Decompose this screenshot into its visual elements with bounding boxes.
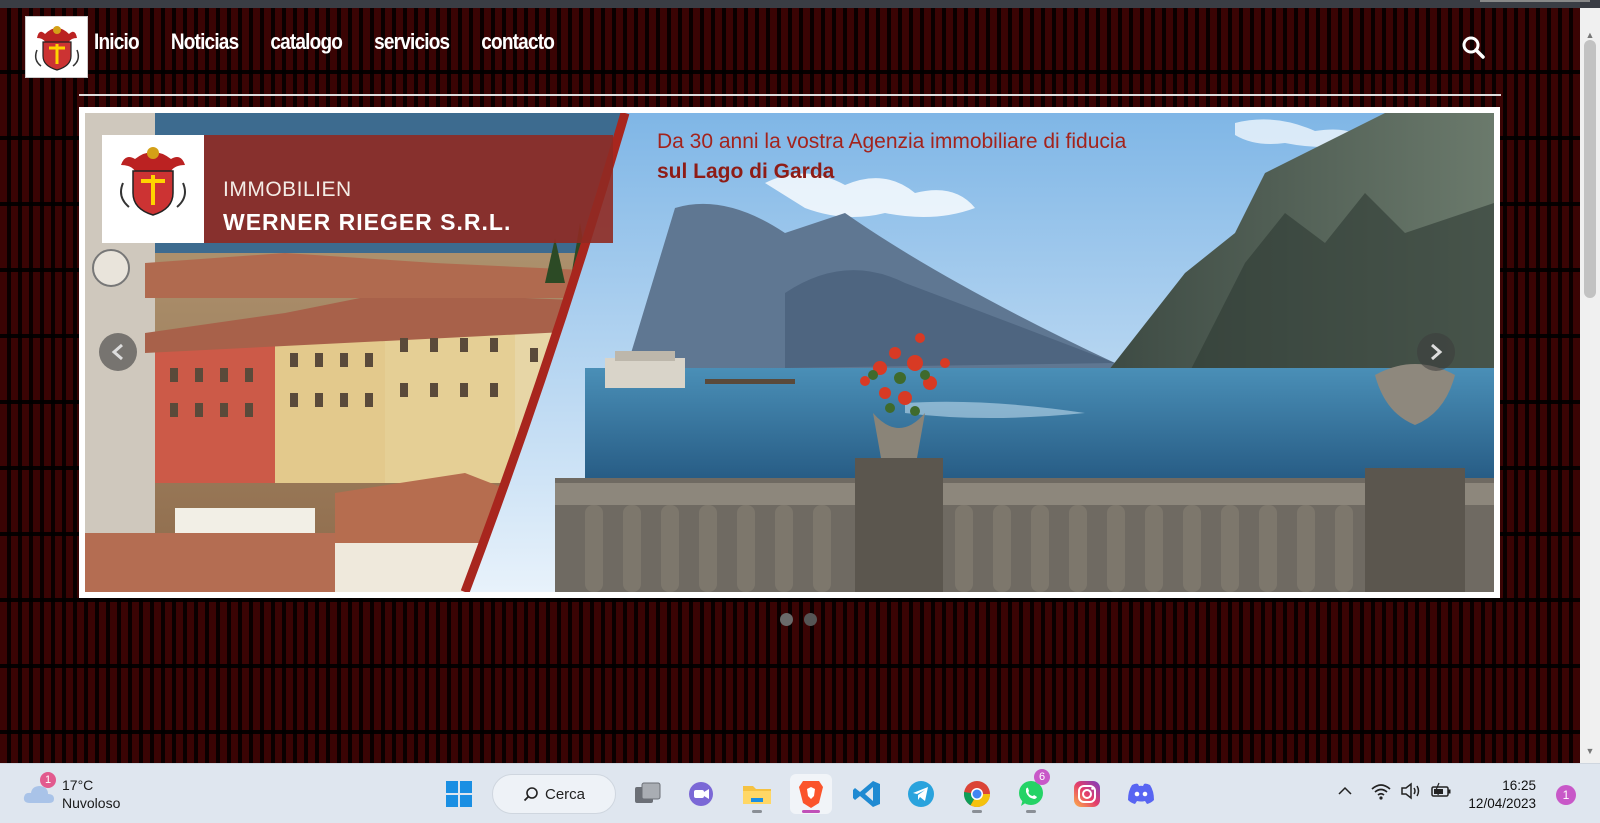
taskbar-teams[interactable] — [680, 774, 722, 814]
slide-headline-2: sul Lago di Garda — [657, 160, 835, 183]
nav-item-servicios[interactable]: servicios — [374, 30, 450, 55]
nav-item-contacto[interactable]: contacto — [481, 30, 555, 55]
instagram-icon — [1074, 781, 1100, 807]
slide-headline-1: Da 30 anni la vostra Agenzia immobiliare… — [657, 130, 1127, 153]
scroll-down-arrow-icon[interactable]: ▼ — [1585, 746, 1595, 756]
coat-of-arms-logo — [34, 26, 79, 71]
search-label: Cerca — [545, 785, 586, 803]
taskbar-chrome[interactable] — [956, 774, 998, 814]
taskbar-instagram[interactable] — [1066, 774, 1108, 814]
weather-widget[interactable]: 1 17°C Nuvoloso — [22, 772, 121, 812]
system-tray — [1336, 782, 1452, 800]
scrollbar-thumb[interactable] — [1584, 40, 1596, 298]
clock-date: 12/04/2023 — [1468, 796, 1536, 811]
scroll-up-arrow-icon[interactable]: ▲ — [1585, 30, 1595, 40]
search-icon — [1462, 36, 1485, 59]
brave-browser-icon — [799, 781, 823, 808]
taskbar-vscode[interactable] — [846, 774, 888, 814]
taskbar-whatsapp[interactable]: 6 — [1010, 769, 1052, 814]
nav-item-inicio[interactable]: Inicio — [94, 30, 140, 55]
taskbar-file-explorer[interactable] — [736, 774, 778, 814]
telegram-icon — [908, 781, 934, 807]
teams-chat-icon — [689, 782, 713, 806]
clock-time: 16:25 — [1502, 778, 1536, 793]
search-icon — [523, 787, 538, 802]
discord-icon — [1128, 783, 1154, 804]
nav-item-catalogo[interactable]: catalogo — [270, 30, 343, 55]
vscode-icon — [853, 781, 880, 807]
chrome-icon — [963, 781, 991, 808]
weather-condition: Nuvoloso — [62, 795, 121, 811]
taskbar-clock[interactable]: 16:25 12/04/2023 — [1466, 777, 1536, 813]
slider-dot-2[interactable] — [804, 613, 817, 626]
whatsapp-badge: 6 — [1034, 769, 1050, 785]
nav-divider — [79, 94, 1501, 96]
notification-badge[interactable]: 1 — [1556, 785, 1576, 805]
slider-prev-button[interactable] — [99, 333, 137, 371]
brand-line-2: WERNER RIEGER S.R.L. — [223, 209, 512, 235]
start-button[interactable] — [438, 774, 480, 814]
browser-top-strip — [0, 0, 1600, 8]
chevron-up-icon[interactable] — [1336, 784, 1354, 798]
file-explorer-icon — [743, 786, 771, 804]
windows-start-icon — [446, 781, 472, 807]
taskbar-discord[interactable] — [1120, 774, 1162, 814]
main-nav: Inicio Noticias catalogo servicios conta… — [94, 30, 586, 55]
volume-icon[interactable] — [1400, 782, 1422, 800]
brand-line-1: IMMOBILIEN — [223, 178, 352, 201]
taskbar-brave[interactable] — [790, 774, 832, 814]
taskbar-task-view[interactable] — [627, 774, 669, 814]
taskbar-search[interactable]: Cerca — [492, 774, 616, 814]
weather-badge: 1 — [40, 772, 56, 788]
slider-pagination — [780, 613, 817, 626]
chevron-left-icon — [111, 343, 123, 361]
battery-icon[interactable] — [1430, 782, 1452, 800]
task-view-icon — [635, 782, 661, 803]
page-scrollbar[interactable]: ▲ ▼ — [1580, 8, 1600, 763]
wifi-icon[interactable] — [1370, 782, 1392, 800]
taskbar-telegram[interactable] — [900, 774, 942, 814]
slider-next-button[interactable] — [1417, 333, 1455, 371]
search-button[interactable] — [1460, 34, 1486, 60]
slider-dot-1[interactable] — [780, 613, 793, 626]
chevron-right-icon — [1431, 343, 1443, 361]
webpage: Inicio Noticias catalogo servicios conta… — [0, 8, 1580, 763]
site-logo[interactable] — [25, 16, 88, 78]
hero-slide: IMMOBILIEN WERNER RIEGER S.R.L. Da 30 an… — [85, 113, 1494, 592]
windows-taskbar: 1 17°C Nuvoloso Cerca 6 16:25 12/04/2023… — [0, 763, 1600, 823]
hero-slider: IMMOBILIEN WERNER RIEGER S.R.L. Da 30 an… — [79, 107, 1500, 598]
nav-item-noticias[interactable]: Noticias — [171, 30, 239, 55]
weather-temp: 17°C — [62, 777, 94, 793]
